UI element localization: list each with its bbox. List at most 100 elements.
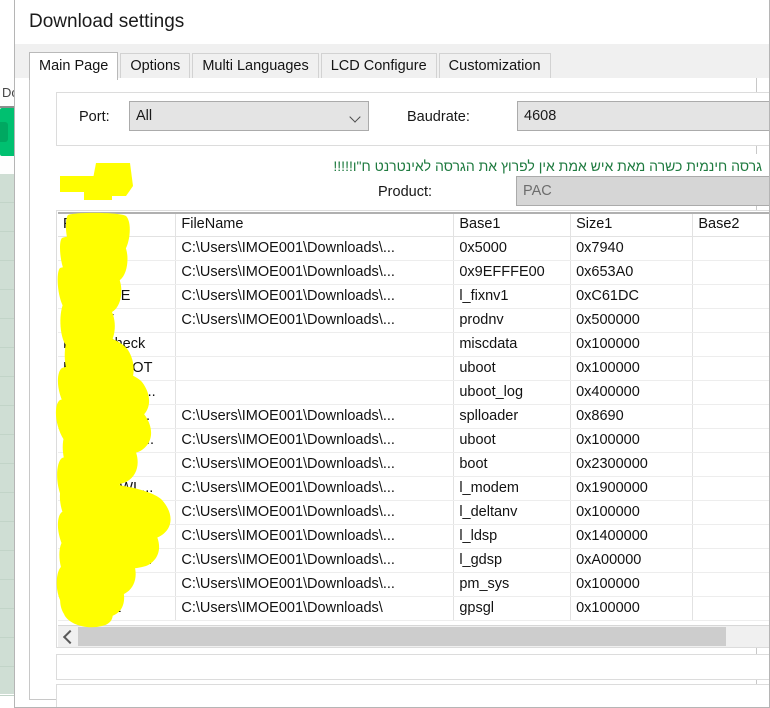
table-header-row: FileID FileName Base1 Size1 Base2 S — [58, 212, 769, 237]
cell-fileid: FDL1 — [58, 236, 177, 261]
table-row[interactable]: BOOT C:\Users\IMOE001\Downloads\... boot 0x… — [58, 452, 769, 477]
cell-filename: C:\Users\IMOE001\Downloads\... — [175, 572, 455, 597]
product-select-value: PAC — [523, 183, 552, 199]
column-header-fileid[interactable]: FileID — [58, 212, 177, 237]
tab-main-page[interactable]: Main Page — [29, 52, 119, 80]
cell-filename: C:\Users\IMOE001\Downloads\... — [175, 404, 455, 429]
cell-base2 — [692, 308, 769, 333]
cell-fileid: NV_WLTE — [58, 284, 177, 309]
cell-fileid: DSP_WLTE... — [58, 524, 177, 549]
cell-base1: uboot — [453, 428, 572, 453]
product-label: Product: — [378, 184, 432, 200]
product-select[interactable]: PAC — [516, 176, 769, 206]
download-file-table: FileID FileName Base1 Size1 Base2 S FDL1… — [58, 212, 769, 621]
table-row[interactable]: FDL2 C:\Users\IMOE001\Downloads\... 0x9EFF… — [58, 260, 769, 285]
cell-fileid: Modem_WL... — [58, 476, 177, 501]
table-row[interactable]: ProdNV C:\Users\IMOE001\Downloads\... prod… — [58, 308, 769, 333]
port-select[interactable]: All — [129, 101, 369, 131]
tab-customization[interactable]: Customization — [438, 53, 551, 78]
download-settings-dialog: Download settings Main Page Options Mult… — [14, 0, 770, 708]
table-row[interactable]: NV_WLTE C:\Users\IMOE001\Downloads\... l_f… — [58, 284, 769, 309]
table-row[interactable]: UBOOT_LO... C:\Users\IMOE001\Downloads\..… — [58, 428, 769, 453]
cell-base2 — [692, 500, 769, 525]
tab-lcd-configure[interactable]: LCD Configure — [320, 53, 437, 78]
cell-base1: boot — [453, 452, 572, 477]
cell-base1: gpsgl — [453, 596, 572, 621]
table-row[interactable]: DSP_WLTE... C:\Users\IMOE001\Downloads\..… — [58, 524, 769, 549]
horizontal-scrollbar[interactable] — [58, 625, 769, 647]
cell-size1: 0x500000 — [570, 308, 694, 333]
cell-base2 — [692, 356, 769, 381]
cell-base2 — [692, 404, 769, 429]
cell-filename — [175, 356, 455, 381]
tab-options[interactable]: Options — [120, 53, 191, 78]
cell-fileid: DSP_WLTE... — [58, 548, 177, 573]
cell-size1: 0x2300000 — [570, 452, 694, 477]
cell-base2 — [692, 332, 769, 357]
cell-filename: C:\Users\IMOE001\Downloads\... — [175, 236, 455, 261]
cell-filename: C:\Users\IMOE001\Downloads\... — [175, 500, 455, 525]
download-file-grid[interactable]: FileID FileName Base1 Size1 Base2 S FDL1… — [58, 212, 769, 624]
background-green-button-glyph — [0, 122, 8, 142]
cell-fileid: BOOT — [58, 452, 177, 477]
cell-size1: 0x653A0 — [570, 260, 694, 285]
cell-filename: C:\Users\IMOE001\Downloads\... — [175, 524, 455, 549]
cell-base1: l_ldsp — [453, 524, 572, 549]
table-row[interactable]: GPS_GL C:\Users\IMOE001\Downloads\ gpsgl 0x… — [58, 596, 769, 621]
cell-size1: 0xA00000 — [570, 548, 694, 573]
cell-base1: l_deltanv — [453, 500, 572, 525]
tab-bar: Main Page Options Multi Languages LCD Co… — [15, 44, 769, 80]
log-panel — [56, 684, 769, 707]
table-row[interactable]: Modem_WL... C:\Users\IMOE001\Downloads\..… — [58, 500, 769, 525]
cell-size1: 0x1900000 — [570, 476, 694, 501]
product-group: גרסה חינמית כשרה מאת איש אמת אין לפרוץ א… — [56, 154, 769, 206]
table-row[interactable]: FDL1 C:\Users\IMOE001\Downloads\... 0x5000… — [58, 236, 769, 261]
cell-size1: 0x7940 — [570, 236, 694, 261]
cell-fileid: SPL_LOAD... — [58, 404, 177, 429]
grid-top-border — [58, 212, 769, 214]
cell-base2 — [692, 596, 769, 621]
cell-filename: C:\Users\IMOE001\Downloads\... — [175, 284, 455, 309]
cell-filename: C:\Users\IMOE001\Downloads\... — [175, 308, 455, 333]
table-row[interactable]: EraseUBOOT uboot 0x100000 — [58, 356, 769, 381]
column-header-filename[interactable]: FileName — [175, 212, 455, 237]
license-notice: גרסה חינמית כשרה מאת איש אמת אין לפרוץ א… — [333, 158, 762, 174]
cell-base1: l_modem — [453, 476, 572, 501]
cell-filename: C:\Users\IMOE001\Downloads\... — [175, 452, 455, 477]
cell-base2 — [692, 572, 769, 597]
cell-fileid: DFS — [58, 572, 177, 597]
page-title: Download settings — [15, 0, 769, 44]
table-row[interactable]: DFS C:\Users\IMOE001\Downloads\... pm_sys 0… — [58, 572, 769, 597]
column-header-size1[interactable]: Size1 — [570, 212, 694, 237]
scroll-left-arrow-icon[interactable] — [58, 626, 78, 647]
cell-filename: C:\Users\IMOE001\Downloads\... — [175, 476, 455, 501]
chevron-down-icon — [351, 113, 360, 122]
table-row[interactable]: Modem_WL... C:\Users\IMOE001\Downloads\..… — [58, 476, 769, 501]
baudrate-label: Baudrate: — [407, 109, 470, 125]
table-row[interactable]: DSP_WLTE... C:\Users\IMOE001\Downloads\..… — [58, 548, 769, 573]
column-header-base1[interactable]: Base1 — [453, 212, 572, 237]
cell-fileid: EraseUBOOT — [58, 356, 177, 381]
baudrate-select[interactable]: 4608 — [517, 101, 769, 131]
screen: Do Download settings Main Page Options M… — [0, 0, 770, 708]
cell-base2 — [692, 476, 769, 501]
cell-size1: 0x400000 — [570, 380, 694, 405]
table-row[interactable]: SPL_LOAD... C:\Users\IMOE001\Downloads\..… — [58, 404, 769, 429]
cell-fileid: UBOOT_LO... — [58, 428, 177, 453]
tab-multi-languages[interactable]: Multi Languages — [192, 53, 319, 78]
cell-size1: 0x100000 — [570, 596, 694, 621]
table-row[interactable]: PhaseCheck miscdata 0x100000 — [58, 332, 769, 357]
cell-base1: uboot_log — [453, 380, 572, 405]
cell-filename: C:\Users\IMOE001\Downloads\... — [175, 548, 455, 573]
cell-size1: 0x100000 — [570, 332, 694, 357]
baudrate-select-value: 4608 — [524, 108, 557, 124]
table-row[interactable]: EraseUBOO... uboot_log 0x400000 — [58, 380, 769, 405]
cell-base1: l_gdsp — [453, 548, 572, 573]
scrollbar-thumb[interactable] — [78, 627, 726, 646]
cell-size1: 0x100000 — [570, 428, 694, 453]
cell-base1: 0x9EFFFE00 — [453, 260, 572, 285]
cell-base2 — [692, 236, 769, 261]
column-header-base2[interactable]: Base2 — [692, 212, 769, 237]
table-body: FDL1 C:\Users\IMOE001\Downloads\... 0x5000… — [58, 236, 769, 621]
cell-filename — [175, 332, 455, 357]
